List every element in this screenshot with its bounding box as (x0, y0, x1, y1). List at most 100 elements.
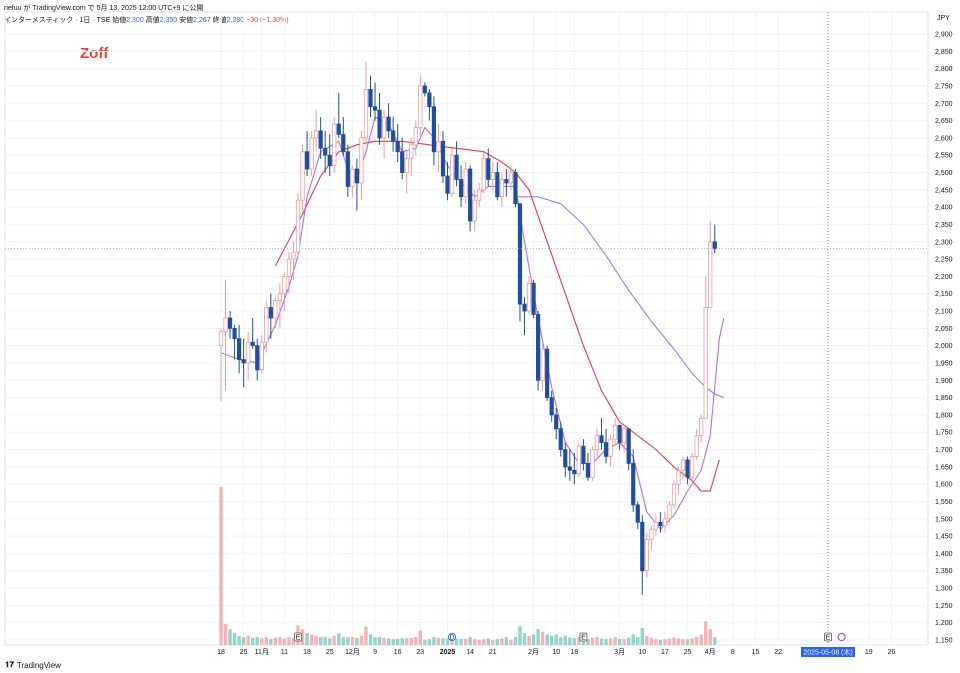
candle-body (440, 140, 446, 177)
candle-body (540, 348, 545, 381)
candle-body (318, 130, 323, 149)
volume-bar (685, 639, 690, 645)
volume-bar (364, 626, 368, 645)
y-tick-label: 2,650 (935, 118, 953, 125)
volume-bar (223, 623, 228, 645)
volume-bar (694, 637, 699, 645)
volume-bar (676, 638, 681, 645)
volume-bar (513, 637, 518, 645)
x-tick-label: 26 (888, 649, 896, 656)
x-tick-label: 10 (552, 649, 560, 656)
y-tick-label: 2,850 (935, 49, 953, 56)
volume-bar (545, 634, 549, 645)
volume-bar (640, 627, 644, 645)
volume-bar (631, 634, 635, 645)
volume-bar (368, 634, 373, 645)
volume-bar (663, 639, 667, 645)
volume-bar (318, 637, 323, 645)
volume-bar (572, 638, 577, 645)
candle-body (549, 397, 554, 416)
volume-bar (708, 629, 712, 645)
volume-bar (454, 638, 459, 645)
candle-body (690, 456, 695, 478)
volume-bar (522, 633, 527, 645)
volume-bar (237, 635, 241, 645)
candle-body (667, 504, 672, 520)
y-tick-label: 1,850 (935, 395, 953, 402)
x-tick-label: 23 (416, 649, 424, 656)
candle-body (703, 307, 708, 419)
volume-bar (414, 637, 418, 645)
tradingview-logo[interactable]: 𝟏𝟕 TradingView (5, 660, 61, 670)
x-tick-label: 18 (570, 649, 578, 656)
candle-body (418, 85, 423, 128)
candle-body (282, 275, 287, 295)
volume-bar (704, 621, 708, 645)
y-tick-label: 1,600 (935, 482, 953, 489)
volume-bar (468, 637, 472, 645)
candle-body (422, 85, 427, 94)
y-tick-label: 1,650 (935, 464, 953, 471)
volume-bar (509, 639, 513, 645)
marker-label: E (826, 635, 831, 642)
volume-bar (504, 637, 509, 645)
candle-body (386, 116, 391, 132)
volume-bar (386, 638, 391, 645)
candle-body (622, 428, 627, 444)
tradingview-logo-icon: 𝟏𝟕 (5, 660, 14, 669)
candle-body (531, 282, 536, 315)
candle-body (585, 462, 591, 478)
candle-body (653, 521, 658, 530)
volume-bar (328, 638, 332, 645)
volume-bar (260, 638, 264, 645)
candle-body (662, 518, 668, 527)
tradingview-logo-text: TradingView (16, 660, 61, 670)
y-tick-label: 2,400 (935, 205, 953, 212)
candle-body (472, 199, 477, 222)
y-tick-label: 1,950 (935, 360, 953, 367)
volume-bar (472, 639, 477, 645)
candle-body (676, 469, 681, 485)
volume-bar (432, 637, 436, 645)
candle-body (436, 140, 441, 153)
x-tick-label: 25 (684, 649, 692, 656)
candle-body (576, 445, 581, 475)
volume-bar (645, 635, 649, 645)
candle-body (499, 179, 504, 198)
x-tick-label: 18 (217, 649, 225, 656)
candle-body (477, 189, 482, 201)
y-tick-label: 1,750 (935, 430, 953, 437)
y-tick-label: 2,450 (935, 187, 953, 194)
candle-body (391, 130, 396, 142)
candle-body (626, 428, 631, 464)
volume-bar (531, 634, 536, 645)
candle-body (581, 445, 586, 464)
y-tick-label: 1,500 (935, 516, 953, 523)
volume-bar (699, 634, 703, 645)
candle-body (273, 300, 278, 319)
volume-bar (554, 634, 558, 645)
volume-bar (627, 637, 631, 645)
price-chart[interactable]: 1,150 1,200 1,250 1,300 1,350 1,400 1,450 1,500… (0, 0, 960, 673)
volume-bar (337, 633, 341, 645)
x-tick-label: 14 (466, 649, 474, 656)
volume-bar (264, 637, 268, 645)
x-tick-label: 12月 (345, 648, 360, 656)
candle-body (517, 203, 523, 305)
candle-body (513, 172, 518, 205)
x-tick-label: 16 (394, 649, 402, 656)
candle-body (354, 168, 360, 184)
x-tick-label: 18 (303, 649, 311, 656)
volume-bar (441, 638, 445, 645)
candle-body (554, 414, 559, 430)
volume-bar (622, 639, 626, 645)
candle-body (708, 241, 713, 308)
candle-body (409, 144, 414, 160)
y-tick-label: 2,200 (935, 274, 953, 281)
candle-body (680, 459, 686, 471)
volume-bar (563, 635, 567, 645)
candle-body (594, 435, 600, 450)
volume-bar (409, 637, 413, 645)
x-tick-label: 17 (661, 649, 669, 656)
x-tick-label: 2月 (528, 648, 539, 656)
